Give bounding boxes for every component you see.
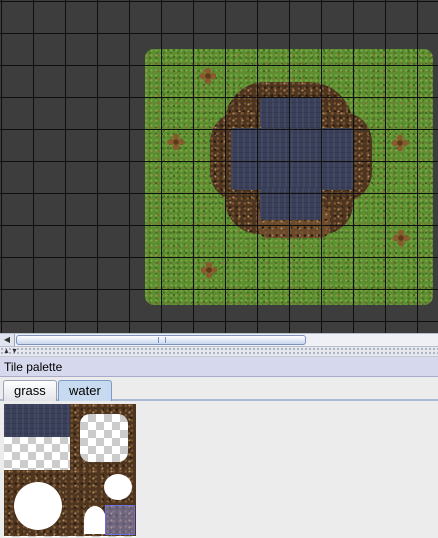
tile-transparent — [84, 506, 106, 534]
tile-water[interactable] — [4, 404, 37, 437]
palette-title: Tile palette — [4, 360, 63, 374]
flower-icon — [200, 261, 218, 279]
tab-grass[interactable]: grass — [3, 380, 57, 401]
tile-transparent — [80, 414, 128, 462]
arrow-up-icon[interactable]: ▲ — [3, 347, 10, 356]
water-tile — [231, 128, 353, 190]
flower-icon — [199, 67, 217, 85]
horizontal-scrollbar[interactable]: ◀ — [0, 333, 438, 347]
palette-title-bar: Tile palette — [0, 357, 438, 377]
tab-label: water — [69, 383, 101, 398]
flower-icon — [392, 229, 410, 247]
water-tile — [260, 188, 322, 220]
map-canvas[interactable] — [0, 0, 438, 333]
flower-icon — [167, 133, 185, 151]
arrow-down-icon[interactable]: ▼ — [11, 347, 18, 356]
tab-label: grass — [14, 383, 46, 398]
split-divider[interactable]: ▲ ▼ — [0, 347, 438, 357]
palette-panel — [0, 401, 438, 538]
scrollbar-thumb[interactable] — [16, 335, 306, 345]
tile-selection[interactable] — [105, 505, 135, 535]
tile-transparent — [14, 482, 62, 530]
tab-water[interactable]: water — [58, 380, 112, 401]
grip-icon — [158, 337, 166, 343]
flower-icon — [391, 134, 409, 152]
water-tile — [260, 98, 322, 128]
arrow-left-icon[interactable]: ◀ — [0, 334, 15, 346]
tile-transparent — [104, 474, 132, 500]
palette-tabs: grass water — [0, 377, 438, 401]
tileset-image[interactable] — [4, 404, 136, 537]
tile-water[interactable] — [37, 404, 70, 437]
